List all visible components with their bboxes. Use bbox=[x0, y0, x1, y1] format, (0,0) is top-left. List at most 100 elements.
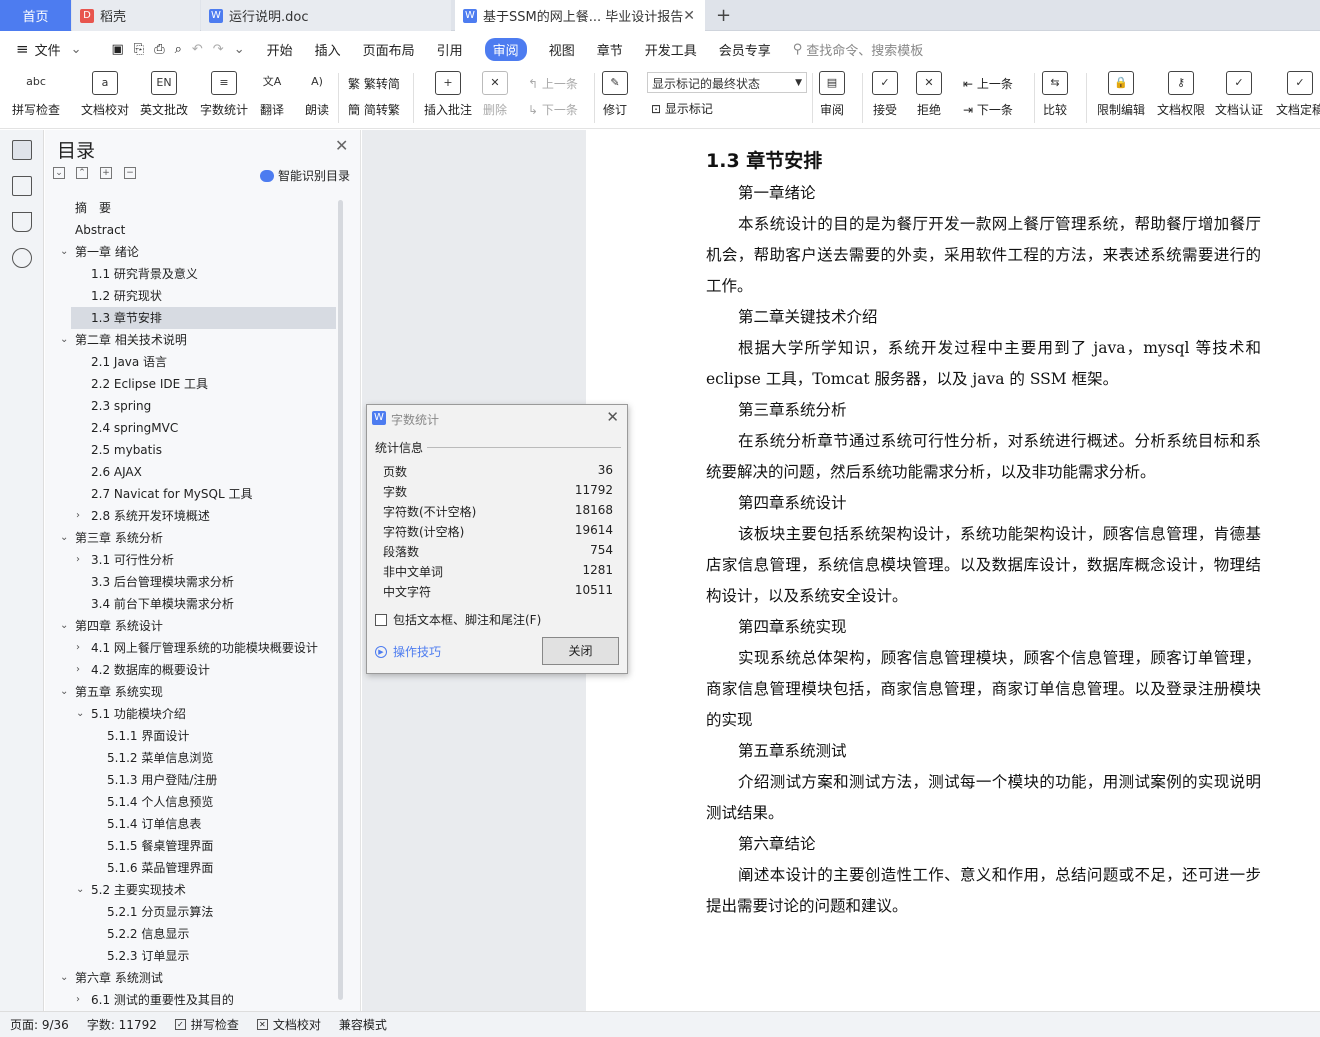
toc-item[interactable]: 2.1 Java 语言 bbox=[45, 351, 336, 373]
menu-start[interactable]: 开始 bbox=[267, 40, 293, 59]
toc-item[interactable]: 1.2 研究现状 bbox=[45, 285, 336, 307]
toc-item[interactable]: Abstract bbox=[45, 219, 336, 241]
toc-item[interactable]: 5.1.5 餐桌管理界面 bbox=[45, 835, 336, 857]
next-change-button[interactable]: ⇥ 下一条 bbox=[963, 101, 1013, 118]
new-tab-icon[interactable]: + bbox=[716, 5, 731, 26]
show-markup-button[interactable]: ⊡ 显示标记 bbox=[651, 100, 713, 117]
toc-item[interactable]: ⌄ 5.2 主要实现技术 bbox=[45, 879, 336, 901]
toc-item[interactable]: 3.3 后台管理模块需求分析 bbox=[45, 571, 336, 593]
toc-item[interactable]: › 4.2 数据库的概要设计 bbox=[45, 659, 336, 681]
toc-item[interactable]: ⌄ 第三章 系统分析 bbox=[45, 527, 336, 549]
toc-item[interactable]: 2.7 Navicat for MySQL 工具 bbox=[45, 483, 336, 505]
close-icon[interactable]: ✕ bbox=[606, 408, 619, 426]
chevron-right-icon[interactable]: › bbox=[76, 637, 80, 659]
accept-button[interactable]: ✓ 接受 bbox=[872, 71, 898, 118]
toc-item[interactable]: 5.2.2 信息显示 bbox=[45, 923, 336, 945]
add-item-icon[interactable]: + bbox=[100, 167, 112, 179]
chevron-down-icon[interactable]: ⌄ bbox=[60, 329, 68, 351]
prev-change-button[interactable]: ⇤ 上一条 bbox=[963, 75, 1013, 92]
search-icon[interactable] bbox=[12, 248, 32, 268]
compare-button[interactable]: ⇆ 比较 bbox=[1042, 71, 1068, 118]
toc-item[interactable]: 5.1.3 用户登陆/注册 bbox=[45, 769, 336, 791]
menu-insert[interactable]: 插入 bbox=[315, 40, 341, 59]
toc-scrollbar[interactable] bbox=[338, 200, 343, 1000]
toc-item[interactable]: › 6.1 测试的重要性及其目的 bbox=[45, 989, 336, 1011]
checkbox-box[interactable] bbox=[375, 613, 387, 626]
toc-item[interactable]: 2.2 Eclipse IDE 工具 bbox=[45, 373, 336, 395]
chevron-down-icon[interactable]: ⌄ bbox=[60, 967, 68, 989]
status-proofread[interactable]: ✕ 文档校对 bbox=[256, 1016, 321, 1033]
command-search[interactable]: 查找命令、搜索模板 bbox=[806, 40, 923, 59]
toc-item[interactable]: 2.3 spring bbox=[45, 395, 336, 417]
toc-item[interactable]: ⌄ 5.1 功能模块介绍 bbox=[45, 703, 336, 725]
word-count-button[interactable]: ≡ 字数统计 bbox=[200, 71, 248, 118]
export-icon[interactable]: ⎘ bbox=[134, 42, 144, 57]
chevron-down-icon[interactable]: ⌄ bbox=[76, 703, 84, 725]
bookmark-icon[interactable] bbox=[12, 212, 32, 232]
toc-item-selected[interactable]: 1.3 章节安排 bbox=[71, 307, 336, 329]
tab-home[interactable]: 首页 bbox=[0, 0, 71, 31]
menu-reference[interactable]: 引用 bbox=[437, 40, 463, 59]
menu-chapter[interactable]: 章节 bbox=[597, 40, 623, 59]
chevron-down-icon[interactable]: ⌄ bbox=[76, 879, 84, 901]
toc-item[interactable]: 2.4 springMVC bbox=[45, 417, 336, 439]
toc-item[interactable]: ⌄ 第四章 系统设计 bbox=[45, 615, 336, 637]
menu-devtools[interactable]: 开发工具 bbox=[645, 40, 697, 59]
chevron-down-icon[interactable]: ⌄ bbox=[60, 527, 68, 549]
more-icon[interactable]: ⌄ bbox=[234, 42, 245, 57]
collapse-all-icon[interactable]: ⌄ bbox=[53, 167, 65, 179]
smart-toc-button[interactable]: 智能识别目录 bbox=[260, 167, 350, 184]
toc-item[interactable]: 2.5 mybatis bbox=[45, 439, 336, 461]
proofread-button[interactable]: a 文档校对 bbox=[81, 71, 129, 118]
print-icon[interactable]: ⎙ bbox=[154, 42, 164, 57]
tab-daoke[interactable]: D 稻壳 bbox=[72, 0, 200, 31]
hamburger-icon[interactable]: ≡ bbox=[16, 40, 29, 58]
spell-check-button[interactable]: abc 拼写检查 bbox=[12, 71, 60, 118]
menu-file[interactable]: 文件 bbox=[35, 40, 61, 59]
revise-button[interactable]: ✎ 修订 bbox=[602, 71, 628, 118]
review-pane-button[interactable]: ▤ 审阅 bbox=[819, 71, 845, 118]
toc-item[interactable]: 1.1 研究背景及意义 bbox=[45, 263, 336, 285]
reject-button[interactable]: ✕ 拒绝 bbox=[916, 71, 942, 118]
chevron-down-icon[interactable]: ⌄ bbox=[71, 42, 82, 57]
toc-item[interactable]: 5.1.4 订单信息表 bbox=[45, 813, 336, 835]
tab-report-doc[interactable]: W 基于SSM的网上餐... 毕业设计报告 ✕ bbox=[455, 0, 705, 31]
chevron-right-icon[interactable]: › bbox=[76, 549, 80, 571]
toc-item[interactable]: › 4.1 网上餐厅管理系统的功能模块概要设计 bbox=[45, 637, 336, 659]
toc-item[interactable]: 5.2.3 订单显示 bbox=[45, 945, 336, 967]
toc-item[interactable]: 5.1.2 菜单信息浏览 bbox=[45, 747, 336, 769]
page-indicator[interactable]: 页面: 9/36 bbox=[10, 1016, 69, 1033]
trad-to-simp-button[interactable]: 繁 繁转简 bbox=[348, 75, 400, 92]
toc-item[interactable]: 5.1.1 界面设计 bbox=[45, 725, 336, 747]
read-aloud-button[interactable]: A) 朗读 bbox=[304, 71, 330, 118]
close-tab-icon[interactable]: ✕ bbox=[683, 8, 695, 24]
doc-finalize-button[interactable]: ✓ 文档定稿 bbox=[1276, 71, 1320, 118]
preview-icon[interactable]: ⌕ bbox=[175, 42, 182, 57]
chevron-down-icon[interactable]: ⌄ bbox=[60, 615, 68, 637]
chapter-nav-icon[interactable] bbox=[12, 176, 32, 196]
toc-item[interactable]: 5.2.1 分页显示算法 bbox=[45, 901, 336, 923]
toc-item[interactable]: ⌄ 第六章 系统测试 bbox=[45, 967, 336, 989]
toc-item[interactable]: 2.6 AJAX bbox=[45, 461, 336, 483]
toc-item[interactable]: 3.4 前台下单模块需求分析 bbox=[45, 593, 336, 615]
chevron-down-icon[interactable]: ⌄ bbox=[60, 241, 68, 263]
chevron-right-icon[interactable]: › bbox=[76, 659, 80, 681]
toc-item[interactable]: ⌄ 第二章 相关技术说明 bbox=[45, 329, 336, 351]
chevron-right-icon[interactable]: › bbox=[76, 989, 80, 1011]
document-page[interactable]: 1.3 章节安排 第一章绪论 本系统设计的目的是为餐厅开发一款网上餐厅管理系统，… bbox=[587, 130, 1320, 1011]
insert-comment-button[interactable]: + 插入批注 bbox=[424, 71, 472, 118]
status-spell-check[interactable]: ✓ 拼写检查 bbox=[174, 1016, 239, 1033]
menu-layout[interactable]: 页面布局 bbox=[363, 40, 415, 59]
word-count-indicator[interactable]: 字数: 11792 bbox=[87, 1016, 157, 1033]
toc-item[interactable]: 5.1.6 菜品管理界面 bbox=[45, 857, 336, 879]
toc-item[interactable]: 5.1.4 个人信息预览 bbox=[45, 791, 336, 813]
remove-item-icon[interactable]: − bbox=[124, 167, 136, 179]
english-review-button[interactable]: EN 英文批改 bbox=[140, 71, 188, 118]
undo-icon[interactable]: ↶ bbox=[192, 42, 203, 57]
markup-state-select[interactable]: 显示标记的最终状态 ▼ bbox=[647, 72, 807, 93]
menu-member[interactable]: 会员专享 bbox=[719, 40, 771, 59]
delete-comment-button[interactable]: ✕ 删除 bbox=[482, 71, 508, 118]
restrict-edit-button[interactable]: 🔒 限制编辑 bbox=[1097, 71, 1145, 118]
tab-run-doc[interactable]: W 运行说明.doc bbox=[201, 0, 451, 31]
prev-comment-button[interactable]: ↰ 上一条 bbox=[528, 75, 578, 92]
